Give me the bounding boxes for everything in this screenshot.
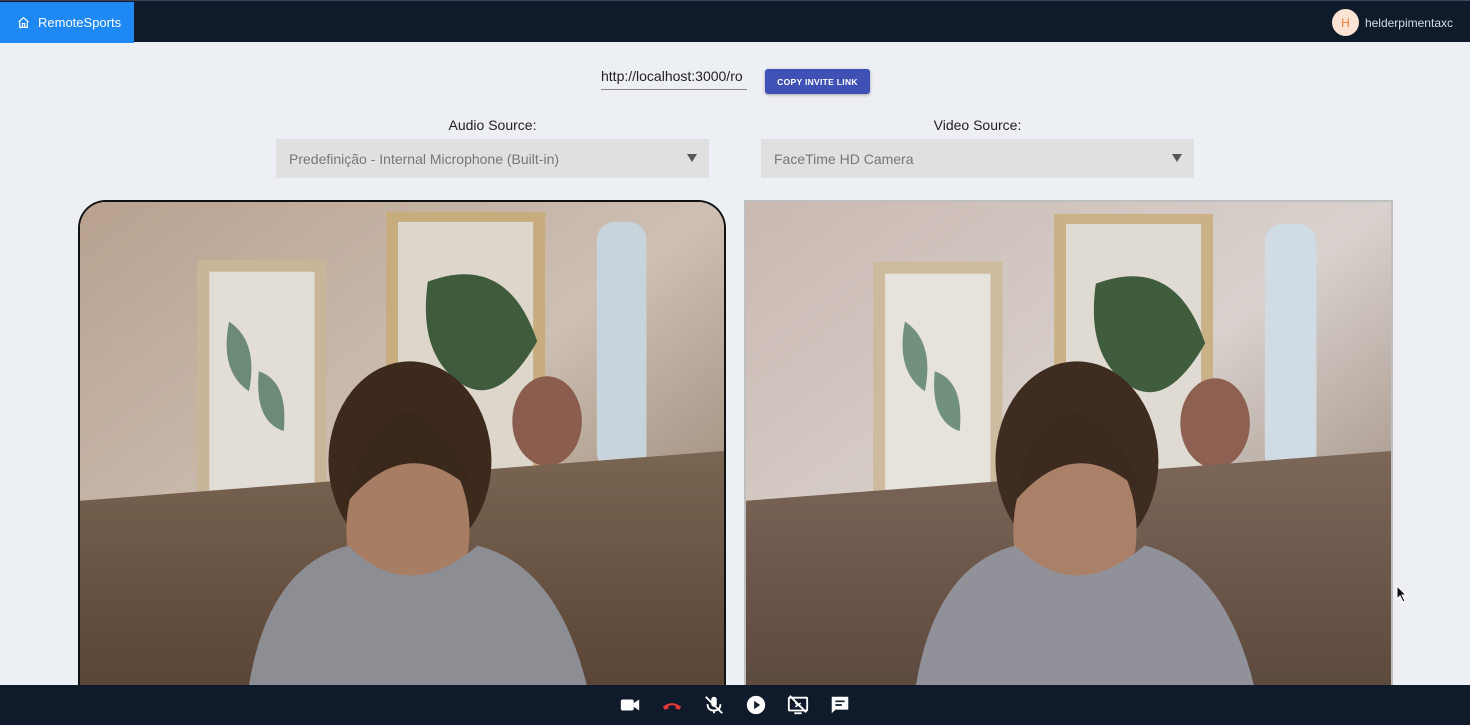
remote-video [744,200,1393,685]
hang-up-icon [662,703,682,710]
play-button[interactable] [744,693,768,717]
mouse-cursor-icon [1396,585,1408,603]
video-camera-icon [620,699,640,711]
copy-invite-link-button[interactable]: COPY INVITE LINK [765,69,870,94]
dropdown-arrow-icon [687,154,697,162]
local-video [78,200,726,685]
dropdown-arrow-icon [1172,154,1182,162]
home-icon [18,16,29,28]
audio-source-select[interactable]: Predefinição - Internal Microphone (Buil… [276,139,709,178]
mute-mic-button[interactable] [702,693,726,717]
local-camera-feed [80,202,724,685]
video-source-value: FaceTime HD Camera [774,150,914,167]
user-menu[interactable]: H helderpimentaxc [1331,9,1453,36]
remote-camera-feed [746,202,1391,685]
call-controls-bar [0,685,1470,725]
video-source-select[interactable]: FaceTime HD Camera [761,139,1194,178]
home-brand-button[interactable]: RemoteSports [0,2,134,43]
avatar: H [1331,9,1359,36]
brand-name: RemoteSports [38,15,122,30]
camera-toggle-button[interactable] [618,693,642,717]
invite-link-field[interactable] [601,63,747,90]
video-source-label: Video Source: [933,117,1022,133]
username: helderpimentaxc [1364,15,1453,30]
screen-share-off-button[interactable] [786,693,810,717]
audio-source-value: Predefinição - Internal Microphone (Buil… [289,150,560,167]
mic-off-icon [705,696,723,714]
screen-share-off-icon [787,695,809,715]
play-circle-icon [746,695,766,715]
audio-source-label: Audio Source: [448,117,537,133]
chat-button[interactable] [828,693,852,717]
chat-icon [831,696,849,714]
top-app-bar: RemoteSports H helderpimentaxc [0,0,1470,43]
end-call-button[interactable] [660,693,684,717]
